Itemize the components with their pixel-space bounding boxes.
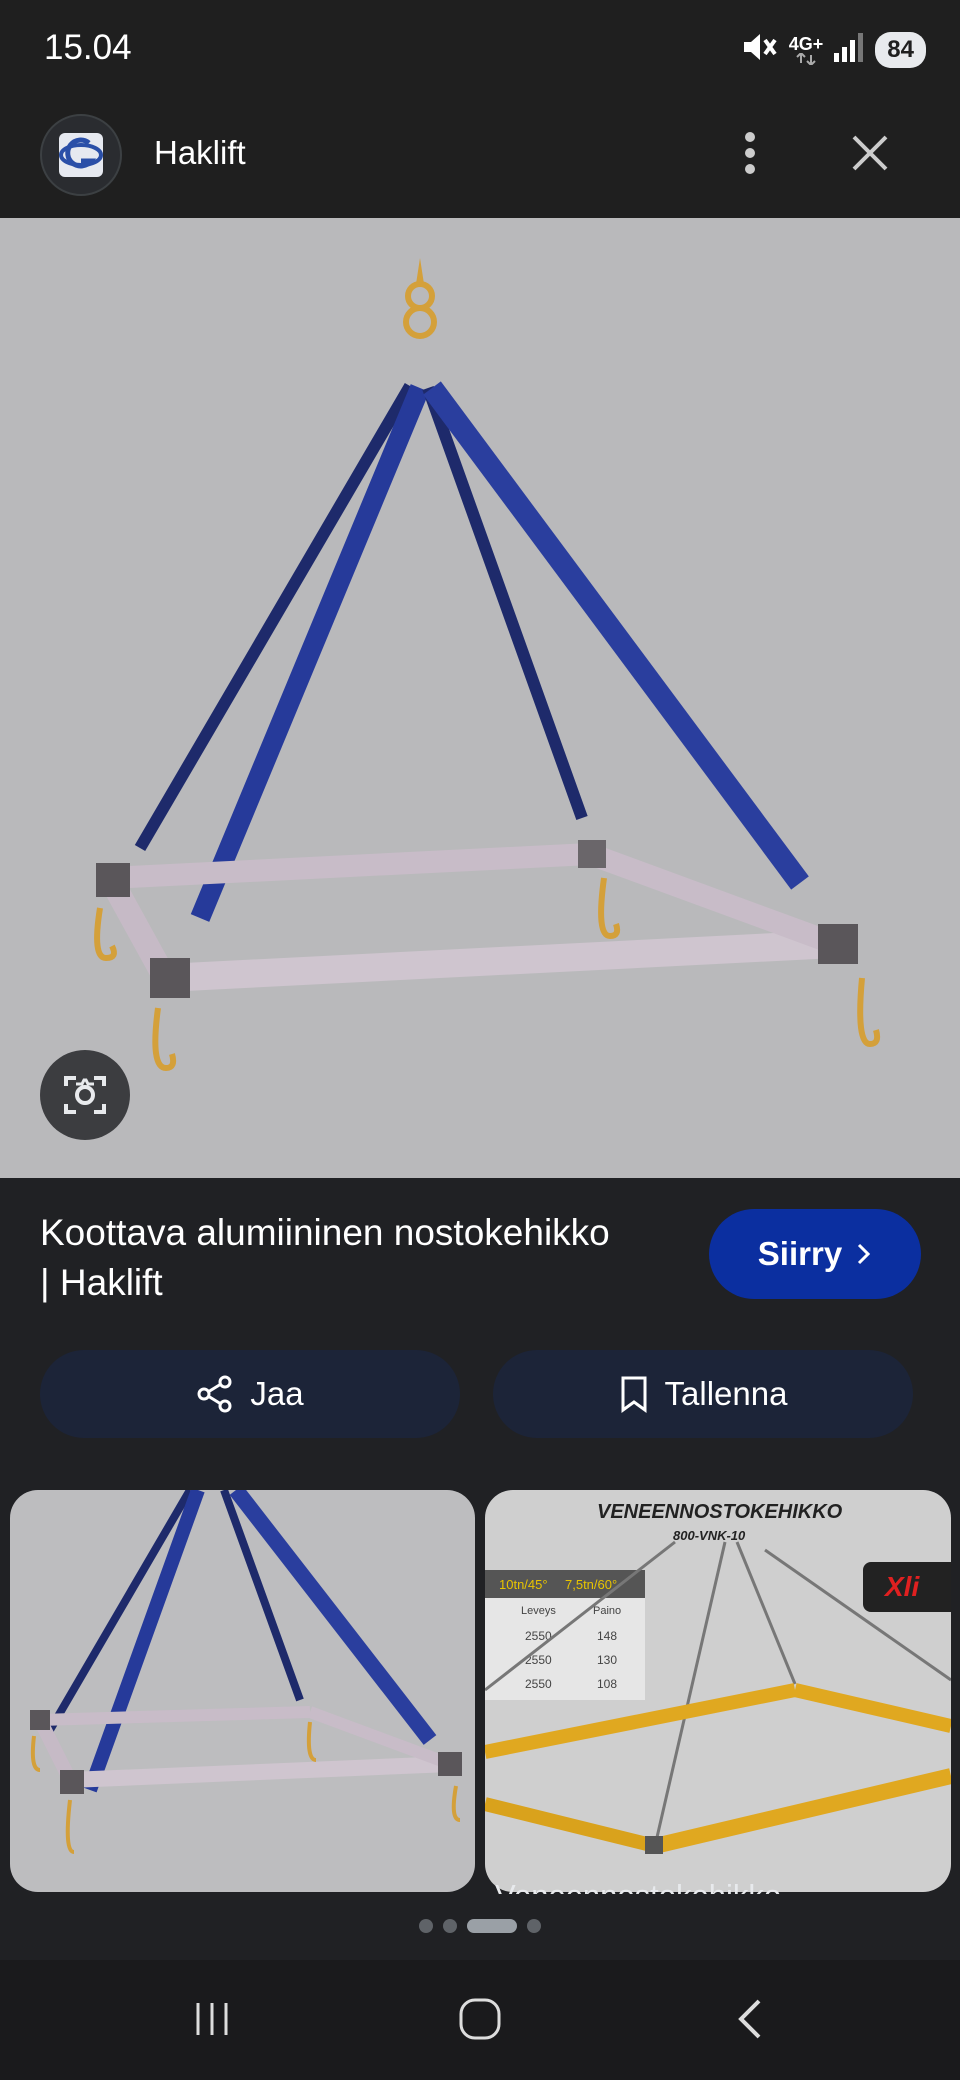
home-button[interactable]: [420, 1984, 540, 2054]
signal-icon: [833, 31, 865, 68]
system-nav-bar: [0, 1960, 960, 2080]
pager-dot[interactable]: [443, 1919, 457, 1933]
network-label: 4G+: [789, 35, 823, 65]
close-icon: [852, 135, 888, 171]
save-label: Tallenna: [664, 1375, 788, 1412]
table-cell: 148: [597, 1629, 617, 1643]
recent-apps-icon: [196, 2003, 228, 2035]
battery-indicator: 84: [875, 31, 926, 68]
pager-dot[interactable]: [527, 1919, 541, 1933]
share-button[interactable]: Jaa: [40, 1350, 460, 1438]
table-cell: 2550: [525, 1677, 552, 1691]
result-title-line2: | Haklift: [40, 1262, 163, 1303]
pager-dot[interactable]: [419, 1919, 433, 1933]
table-cell: 130: [597, 1653, 617, 1667]
brand-logo: Xli: [883, 1571, 920, 1602]
chevron-right-icon: [858, 1243, 871, 1265]
related-image-boat-frame: VENEENNOSTOKEHIKKO 800-VNK-10 10tn/45° 7…: [485, 1501, 951, 1854]
lens-icon: [64, 1076, 106, 1114]
image-code: 800-VNK-10: [673, 1528, 746, 1543]
close-button[interactable]: [842, 120, 898, 186]
haklift-logo-icon: [59, 133, 103, 177]
more-options-button[interactable]: [728, 120, 772, 186]
status-time: 15.04: [44, 28, 132, 67]
site-name[interactable]: Haklift: [154, 134, 246, 172]
table-cell: 108: [597, 1677, 617, 1691]
table-header: 10tn/45°: [499, 1577, 548, 1592]
viewer-header: Haklift: [0, 90, 960, 218]
save-button[interactable]: Tallenna: [493, 1350, 913, 1438]
table-subheader: Leveys: [521, 1605, 556, 1617]
more-vert-icon: [745, 132, 755, 174]
visit-button[interactable]: Siirry: [709, 1209, 921, 1299]
bookmark-icon: [621, 1376, 647, 1413]
back-icon: [738, 1999, 761, 2039]
mute-icon: [741, 30, 779, 69]
status-bar: 15.04 4G+ 84: [0, 0, 960, 90]
lens-search-button[interactable]: [40, 1050, 130, 1140]
recent-apps-button[interactable]: [152, 1984, 272, 2054]
visit-label: Siirry: [757, 1235, 843, 1272]
status-icons: 4G+ 84: [741, 30, 926, 69]
related-image-frame: [30, 1490, 462, 1854]
back-button[interactable]: [690, 1984, 810, 2054]
related-card[interactable]: VENEENNOSTOKEHIKKO 800-VNK-10 10tn/45° 7…: [485, 1490, 951, 1892]
pager-dot-active[interactable]: [467, 1919, 517, 1933]
table-header: 7,5tn/60°: [565, 1577, 617, 1592]
related-card[interactable]: [10, 1490, 475, 1892]
main-image[interactable]: [0, 218, 960, 1178]
result-title-line1: Koottava alumiininen nostokehikko: [40, 1212, 610, 1253]
share-icon: [197, 1375, 232, 1413]
carousel-pager: [0, 1894, 960, 1958]
share-label: Jaa: [250, 1375, 304, 1412]
home-icon: [459, 1998, 501, 2040]
table-subheader: Paino: [593, 1605, 621, 1617]
lifting-frame-image: [94, 258, 881, 1072]
image-title: VENEENNOSTOKEHIKKO: [597, 1501, 843, 1523]
result-title[interactable]: Koottava alumiininen nostokehikko | Hakl…: [40, 1208, 690, 1308]
site-logo[interactable]: [40, 114, 122, 196]
